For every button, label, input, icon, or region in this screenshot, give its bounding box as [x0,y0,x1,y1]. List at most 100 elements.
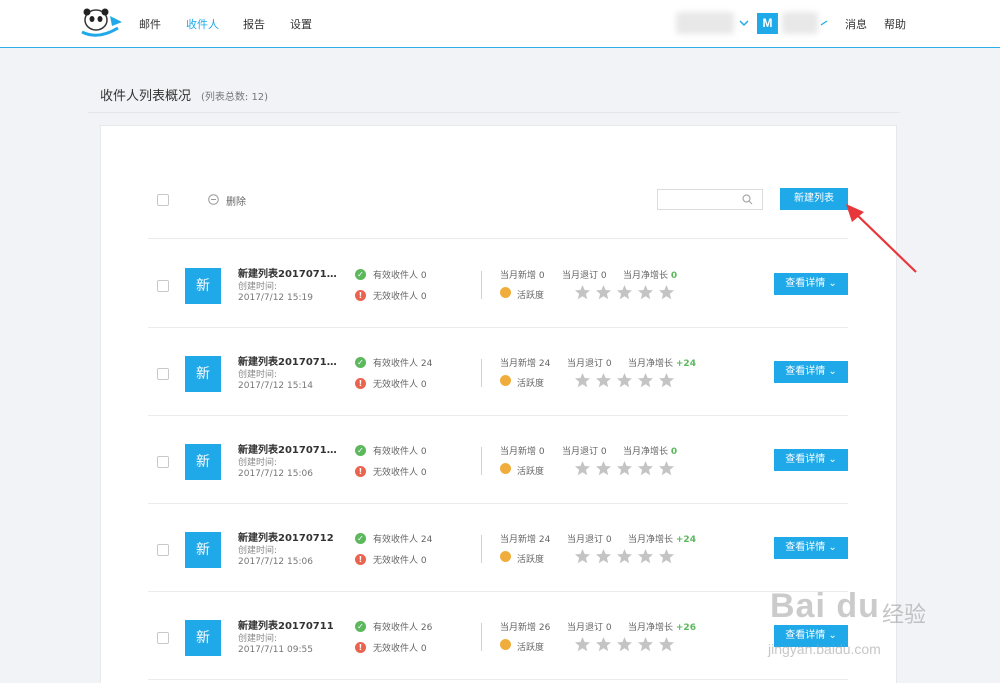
row-checkbox[interactable] [157,368,169,380]
star-icon [575,461,590,476]
row-checkbox[interactable] [157,280,169,292]
star-icon [659,549,674,564]
check-circle-icon: ✓ [355,357,366,368]
valid-recipients: 有效收件人 0 [373,271,427,281]
month-net-label: 当月净增长 [628,359,674,369]
month-net-value: +26 [675,623,696,633]
avatar[interactable]: M [757,13,778,34]
nav-messages[interactable]: 消息 [845,16,867,32]
alert-circle-icon: ! [355,378,366,389]
check-circle-icon: ✓ [355,621,366,632]
star-icon [617,637,632,652]
chevron-down-icon: ⌄ [828,366,837,377]
valid-recipients: 有效收件人 26 [373,623,433,633]
watermark-cn: 经验 [882,603,927,628]
created-label: 创建时间: [238,370,278,380]
row-checkbox[interactable] [157,456,169,468]
month-net-growth: 当月净增长 +24 [628,532,696,545]
new-list-button[interactable]: 新建列表 [780,188,848,210]
list-name[interactable]: 新建列表20170712111 [238,353,340,368]
month-net-growth: 当月净增长 0 [623,444,677,457]
created-label: 创建时间: [238,282,278,292]
activity-label: 活跃度 [517,467,545,477]
month-unsubscribed: 当月退订 0 [567,535,612,545]
star-icon [596,461,611,476]
watermark-brand: Bai du [770,587,880,625]
view-details-label: 查看详情 [785,366,826,377]
nav-help[interactable]: 帮助 [884,16,906,32]
invalid-recipients: 无效收件人 0 [373,556,427,566]
star-icon [596,637,611,652]
view-details-label: 查看详情 [785,278,826,289]
page-title: 收件人列表概况 [100,89,192,104]
star-icon [596,285,611,300]
divider [148,679,848,680]
invalid-recipients: 无效收件人 0 [373,468,427,478]
star-icon [638,461,653,476]
list-name[interactable]: 新建列表20170712111 [238,265,340,280]
invalid-recipients: 无效收件人 0 [373,292,427,302]
list-badge: 新 [185,532,221,568]
month-net-label: 当月净增长 [623,271,669,281]
star-icon [638,285,653,300]
star-icon [638,549,653,564]
star-icon [659,637,674,652]
divider [481,271,482,299]
username-blurred[interactable] [782,12,818,34]
panda-logo-icon[interactable] [78,6,128,40]
month-unsubscribed: 当月退订 0 [567,359,612,369]
month-unsubscribed: 当月退订 0 [562,447,607,457]
month-new: 当月新增 0 [500,271,545,281]
created-label: 创建时间: [238,458,278,468]
activity-icon [500,551,511,562]
activity-label: 活跃度 [517,379,545,389]
activity-label: 活跃度 [517,643,545,653]
month-unsubscribed: 当月退订 0 [562,271,607,281]
activity-label: 活跃度 [517,555,545,565]
nav-recipients[interactable]: 收件人 [186,16,219,32]
row-checkbox[interactable] [157,544,169,556]
view-details-button[interactable]: 查看详情 ⌄ [774,361,848,383]
list-badge: 新 [185,356,221,392]
search-icon[interactable] [742,194,753,205]
list-name[interactable]: 新建列表20170711 [238,617,334,632]
row-checkbox[interactable] [157,632,169,644]
month-net-value: +24 [675,359,696,369]
chevron-down-icon[interactable] [738,17,750,29]
list-name[interactable]: 新建列表20170712 11 [238,441,340,456]
nav-settings[interactable]: 设置 [290,16,312,32]
activity-icon [500,463,511,474]
invalid-recipients: 无效收件人 0 [373,380,427,390]
view-details-button[interactable]: 查看详情 ⌄ [774,449,848,471]
month-unsubscribed: 当月退订 0 [567,623,612,633]
month-net-value: +24 [675,535,696,545]
list-badge: 新 [185,444,221,480]
check-circle-icon: ✓ [355,445,366,456]
created-date: 2017/7/12 15:19 [238,293,313,303]
month-new: 当月新增 24 [500,535,551,545]
star-icon [638,637,653,652]
account-name-blurred[interactable] [676,12,734,34]
month-new: 当月新增 24 [500,359,551,369]
delete-button[interactable]: 删除 [226,193,246,208]
minus-circle-icon[interactable] [208,194,219,205]
activity-icon [500,375,511,386]
top-navbar: 邮件 收件人 报告 设置 M 消息 帮助 [0,0,1000,48]
view-details-button[interactable]: 查看详情 ⌄ [774,537,848,559]
created-date: 2017/7/11 09:55 [238,645,313,655]
divider [481,359,482,387]
month-new: 当月新增 0 [500,447,545,457]
nav-reports[interactable]: 报告 [243,16,265,32]
list-name[interactable]: 新建列表20170712 [238,529,334,544]
list-item: 新 新建列表20170712111 创建时间: 2017/7/12 15:14 … [0,328,1000,416]
valid-recipients: 有效收件人 24 [373,359,433,369]
view-details-button[interactable]: 查看详情 ⌄ [774,273,848,295]
month-net-growth: 当月净增长 +26 [628,620,696,633]
select-all-checkbox[interactable] [157,194,169,206]
watermark: Bai du 经验 jingyan.baidu.com [760,575,1000,683]
nav-mail[interactable]: 邮件 [139,16,161,32]
star-icon [617,373,632,388]
caret-icon[interactable] [820,19,828,27]
month-net-value: 0 [670,447,678,457]
divider [88,112,900,113]
